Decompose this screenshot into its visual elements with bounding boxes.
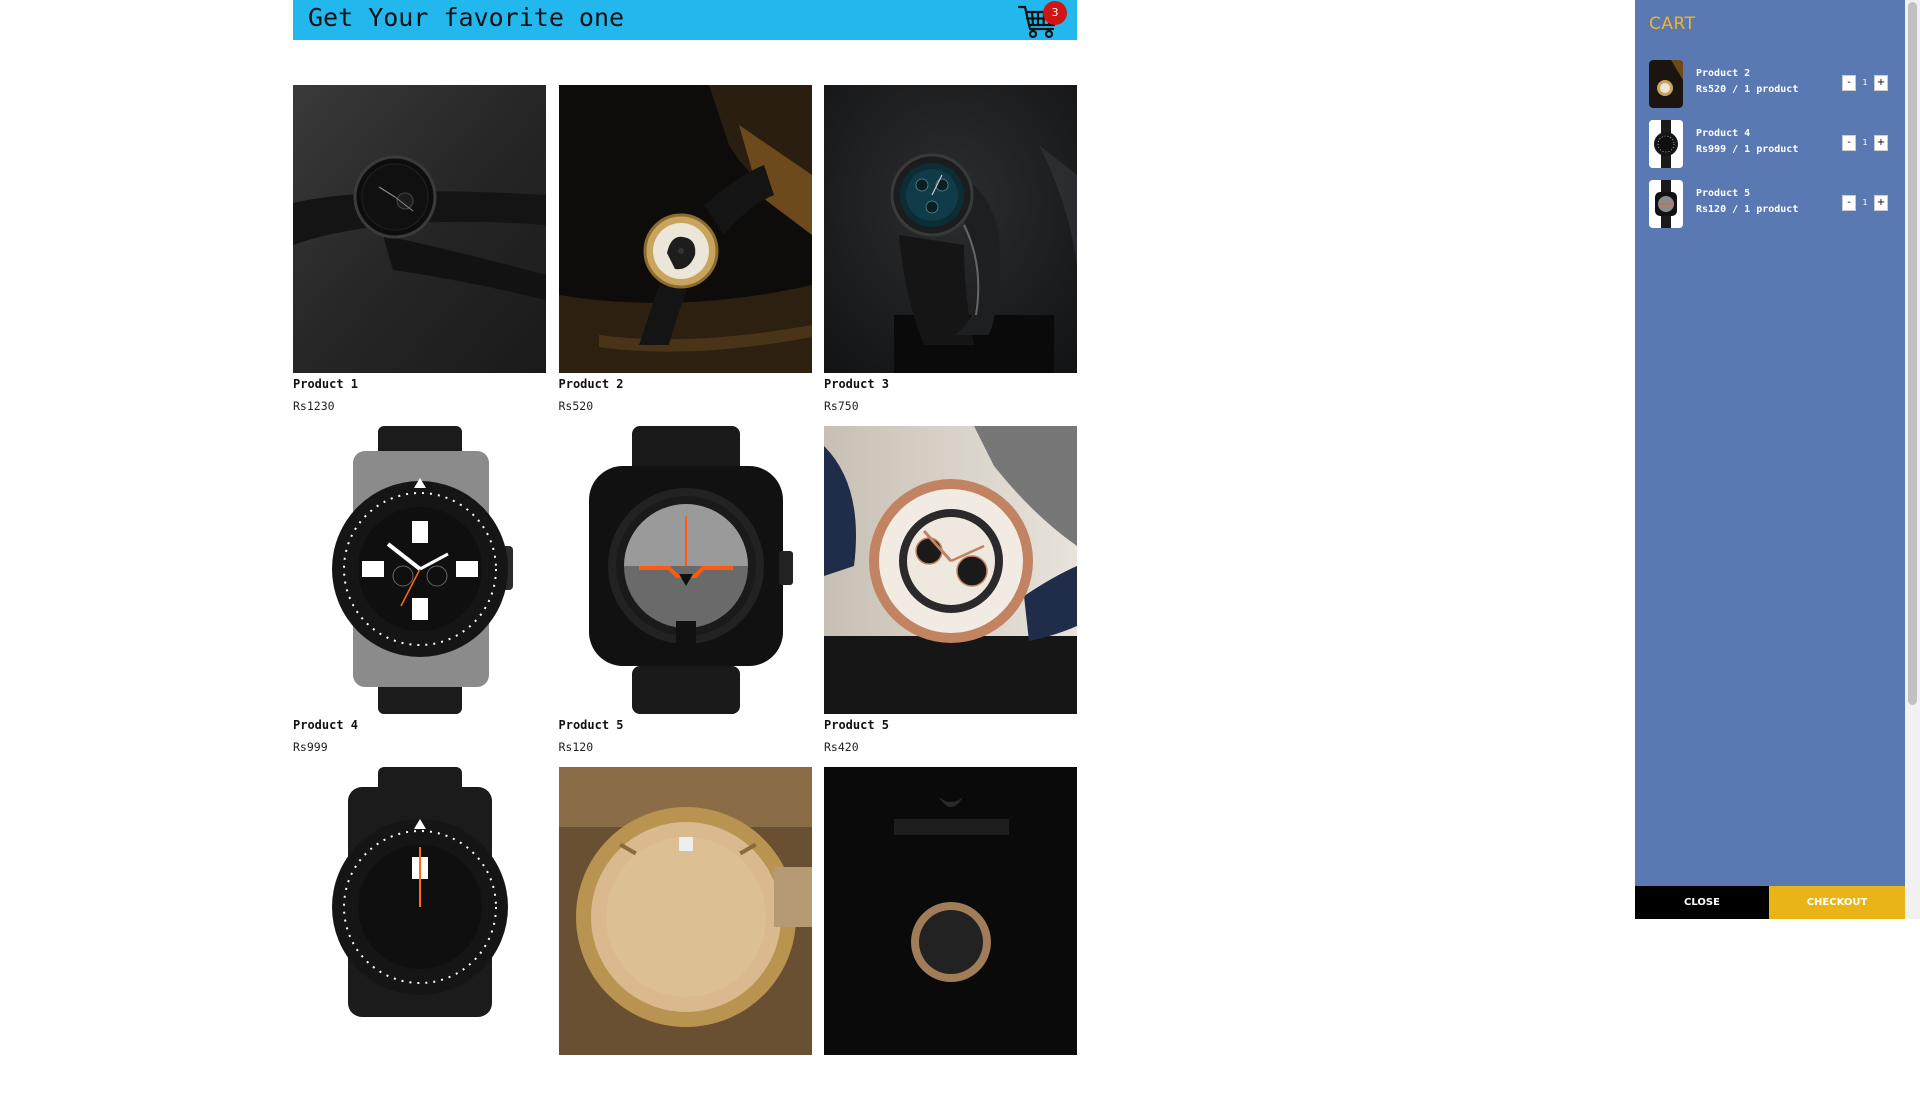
quantity-stepper: - 1 +	[1842, 135, 1892, 151]
product-name: Product 2	[558, 377, 624, 391]
page-title: Get Your favorite one	[308, 3, 625, 32]
page-scrollbar[interactable]	[1905, 0, 1920, 919]
product-image[interactable]	[558, 767, 812, 1055]
product-image[interactable]	[824, 85, 1077, 373]
product-name: Product 4	[293, 718, 359, 732]
product-name: Product 5	[824, 718, 890, 732]
cart-item: Product 4 Rs999 / 1 product - 1 +	[1649, 120, 1895, 168]
product-name: Product 3	[824, 377, 890, 391]
product-price: Rs120	[558, 740, 594, 754]
scrollbar-thumb[interactable]	[1908, 2, 1917, 705]
product-card[interactable]: Product 1 Rs1230	[293, 85, 546, 426]
increase-qty-button[interactable]: +	[1874, 195, 1888, 211]
cart-item-name: Product 5	[1696, 188, 1751, 199]
product-card[interactable]: Product 3 Rs750	[824, 85, 1077, 426]
product-grid: Product 1 Rs1230 Product 2 Rs520 Product…	[293, 85, 1077, 1108]
product-price: Rs420	[824, 740, 859, 754]
product-name: Product 5	[558, 718, 624, 732]
decrease-qty-button[interactable]: -	[1842, 75, 1856, 91]
product-card[interactable]: Product 5 Rs120	[558, 426, 812, 767]
decrease-qty-button[interactable]: -	[1842, 195, 1856, 211]
increase-qty-button[interactable]: +	[1874, 75, 1888, 91]
product-card[interactable]	[824, 767, 1077, 1108]
product-price: Rs520	[558, 399, 594, 413]
cart-item-name: Product 4	[1696, 128, 1751, 139]
product-card[interactable]	[558, 767, 812, 1108]
product-card[interactable]: Product 2 Rs520	[558, 85, 812, 426]
checkout-button[interactable]: CHECKOUT	[1769, 886, 1905, 919]
close-cart-button[interactable]: CLOSE	[1635, 886, 1769, 919]
product-image[interactable]	[824, 767, 1077, 1055]
quantity-value: 1	[1862, 138, 1868, 147]
product-card[interactable]: Product 4 Rs999	[293, 426, 546, 767]
cart-item-price: Rs999 / 1 product	[1696, 144, 1799, 155]
product-name: Product 1	[293, 377, 359, 391]
cart-item: Product 2 Rs520 / 1 product - 1 +	[1649, 60, 1895, 108]
cart-item-name: Product 2	[1696, 68, 1751, 79]
increase-qty-button[interactable]: +	[1874, 135, 1888, 151]
cart-item-thumbnail	[1649, 60, 1683, 108]
product-image[interactable]	[824, 426, 1077, 714]
product-image[interactable]	[293, 767, 546, 1055]
product-image[interactable]	[558, 426, 812, 714]
cart-button[interactable]: 3	[1017, 0, 1067, 40]
cart-item-thumbnail	[1649, 180, 1683, 228]
cart-item: Product 5 Rs120 / 1 product - 1 +	[1649, 180, 1895, 228]
cart-item-price: Rs120 / 1 product	[1696, 204, 1799, 215]
header-bar: Get Your favorite one 3	[293, 0, 1077, 40]
quantity-value: 1	[1862, 198, 1868, 207]
cart-item-price: Rs520 / 1 product	[1696, 84, 1799, 95]
cart-count-badge: 3	[1043, 1, 1067, 25]
product-price: Rs1230	[293, 399, 335, 413]
product-price: Rs750	[824, 399, 859, 413]
product-card[interactable]	[293, 767, 546, 1108]
product-image[interactable]	[558, 85, 812, 373]
product-price: Rs999	[293, 740, 328, 754]
product-card[interactable]: Product 5 Rs420	[824, 426, 1077, 767]
quantity-stepper: - 1 +	[1842, 195, 1892, 211]
cart-heading: CART	[1649, 14, 1696, 34]
product-image[interactable]	[293, 85, 546, 373]
decrease-qty-button[interactable]: -	[1842, 135, 1856, 151]
quantity-value: 1	[1862, 78, 1868, 87]
cart-panel: CART Product 2 Rs520 / 1 product - 1 + P…	[1635, 0, 1905, 919]
quantity-stepper: - 1 +	[1842, 75, 1892, 91]
product-image[interactable]	[293, 426, 546, 714]
cart-item-thumbnail	[1649, 120, 1683, 168]
